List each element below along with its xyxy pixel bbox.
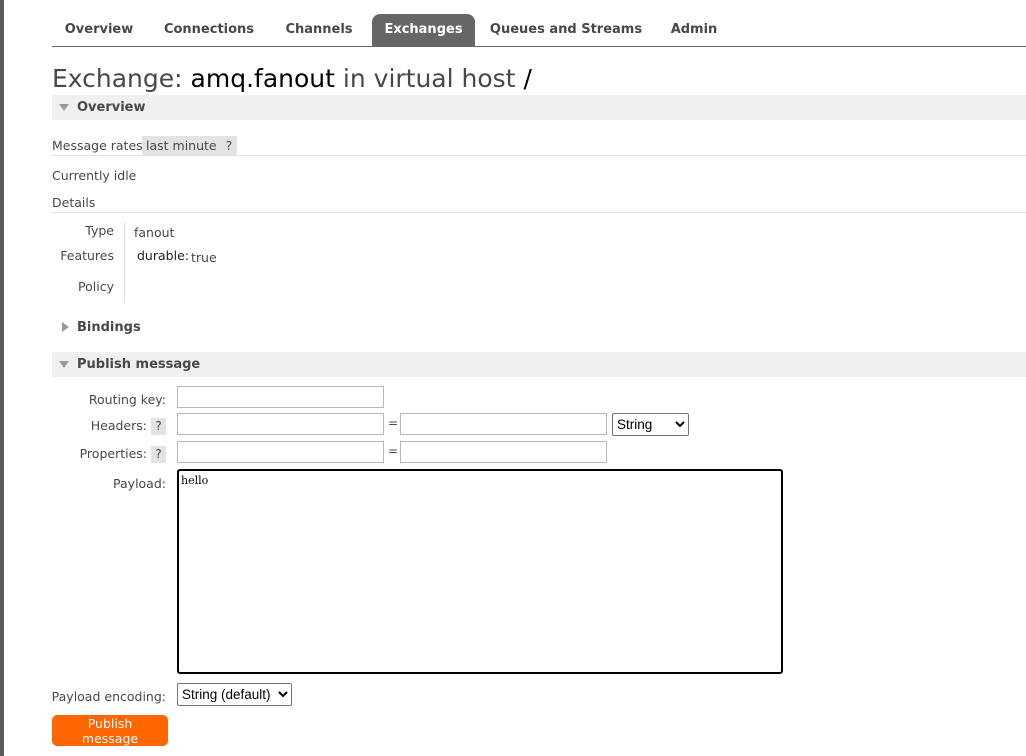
vhost-name: / — [523, 64, 532, 93]
header-equals-sign: = — [388, 416, 399, 430]
tab-overview[interactable]: Overview — [52, 14, 146, 46]
headers-label: Headers:? — [0, 418, 166, 435]
payload-textarea[interactable]: hello — [177, 469, 783, 674]
publish-header-label: Publish message — [77, 357, 201, 372]
property-value-input[interactable] — [400, 441, 607, 463]
header-key-input[interactable] — [177, 413, 384, 435]
headers-help-button[interactable]: ? — [151, 418, 166, 435]
page-title: Exchange: amq.fanout in virtual host / — [52, 64, 532, 93]
details-divider — [124, 222, 125, 303]
properties-label-text: Properties: — [79, 446, 147, 461]
payload-encoding-select[interactable]: String (default) — [177, 683, 292, 706]
features-key: Features — [60, 248, 114, 263]
left-edge-bar — [0, 0, 4, 756]
publish-message-button[interactable]: Publish message — [52, 715, 168, 746]
payload-encoding-label: Payload encoding: — [51, 689, 166, 704]
rates-period-selector[interactable]: last minute — [142, 136, 221, 155]
header-type-select[interactable]: String — [612, 413, 689, 436]
feature-durable-key: durable: — [137, 248, 189, 263]
bindings-section-header[interactable]: Bindings — [52, 315, 1026, 340]
type-value: fanout — [134, 225, 175, 240]
expand-triangle-icon — [62, 322, 69, 332]
overview-section-header[interactable]: Overview — [52, 95, 1026, 120]
property-equals-sign: = — [388, 444, 399, 458]
publish-section-header[interactable]: Publish message — [52, 352, 1026, 377]
properties-label: Properties:? — [0, 446, 166, 463]
exchange-name: amq.fanout — [190, 64, 335, 93]
message-rates-label: Message rates — [52, 138, 143, 153]
headers-label-text: Headers: — [90, 418, 147, 433]
rates-help-button[interactable]: ? — [221, 136, 237, 155]
policy-key: Policy — [78, 279, 114, 294]
details-label: Details — [52, 195, 96, 210]
header-value-input[interactable] — [400, 413, 607, 435]
tab-exchanges[interactable]: Exchanges — [372, 14, 475, 46]
bindings-header-label: Bindings — [77, 320, 141, 335]
payload-label: Payload: — [113, 476, 166, 491]
title-prefix: Exchange: — [52, 64, 183, 93]
type-key: Type — [85, 223, 114, 238]
title-mid: in virtual host — [342, 64, 516, 93]
tab-connections[interactable]: Connections — [155, 14, 263, 46]
collapse-triangle-icon — [59, 361, 69, 368]
details-heading: Details — [52, 195, 1026, 213]
overview-header-label: Overview — [77, 100, 146, 115]
idle-status: Currently idle — [52, 168, 137, 183]
message-rates-row: Message rates last minute ? — [52, 136, 1026, 156]
tab-queues-and-streams[interactable]: Queues and Streams — [484, 14, 648, 46]
tab-channels[interactable]: Channels — [274, 14, 364, 46]
properties-help-button[interactable]: ? — [151, 446, 166, 463]
collapse-triangle-icon — [59, 104, 69, 111]
property-key-input[interactable] — [177, 441, 384, 463]
main-nav-tabs: Overview Connections Channels Exchanges … — [52, 14, 1026, 47]
routing-key-label: Routing key: — [88, 392, 166, 407]
tab-admin[interactable]: Admin — [658, 14, 730, 46]
feature-durable-value: true — [191, 250, 217, 265]
routing-key-input[interactable] — [177, 386, 384, 408]
